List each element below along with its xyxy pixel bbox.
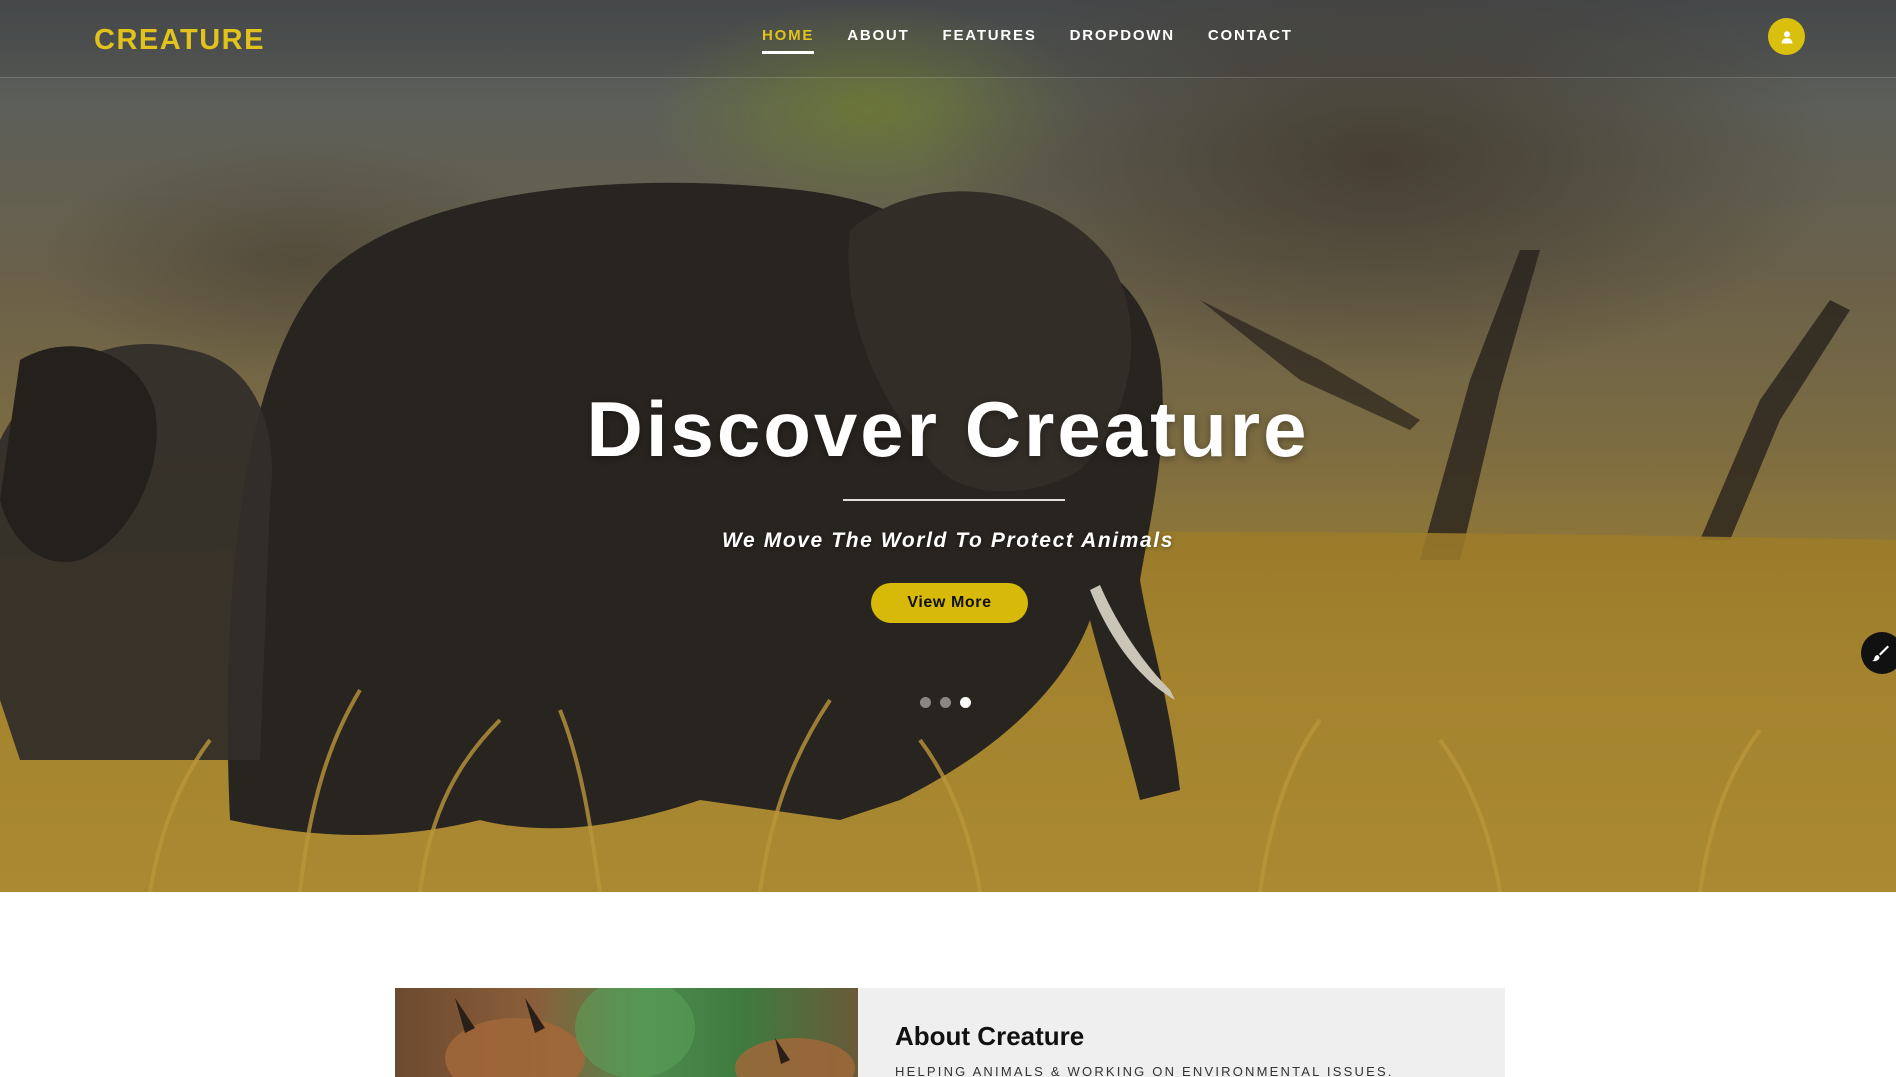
user-icon <box>1781 30 1792 43</box>
antelope-image <box>445 988 855 1077</box>
brand-logo[interactable]: CREATURE <box>94 24 265 57</box>
slider-dot-active[interactable] <box>960 697 971 708</box>
about-title: About Creature <box>895 1021 1085 1051</box>
slider-dots <box>920 697 971 708</box>
slider-dot[interactable] <box>920 697 931 708</box>
slider-dot[interactable] <box>940 697 951 708</box>
main-nav: HOME ABOUT FEATURES DROPDOWN CONTACT <box>762 27 1326 54</box>
hero-divider <box>843 499 1065 501</box>
user-account-button[interactable] <box>1768 18 1805 55</box>
paint-brush-icon <box>1872 645 1889 662</box>
about-image <box>395 988 858 1077</box>
about-subtitle: HELPING ANIMALS & WORKING ON ENVIRONMENT… <box>895 1064 1394 1077</box>
nav-item-home[interactable]: HOME <box>762 27 815 54</box>
hero-title: Discover Creature <box>586 385 1310 473</box>
top-navbar: CREATURE HOME ABOUT FEATURES DROPDOWN CO… <box>0 0 1896 78</box>
hero-subtitle: We Move The World To Protect Animals <box>722 529 1174 552</box>
view-more-button[interactable]: View More <box>871 583 1028 623</box>
nav-item-dropdown[interactable]: DROPDOWN <box>1070 27 1175 54</box>
style-switcher-button[interactable] <box>1861 632 1896 674</box>
nav-item-features[interactable]: FEATURES <box>943 27 1037 54</box>
nav-item-contact[interactable]: CONTACT <box>1208 27 1293 54</box>
nav-item-about[interactable]: ABOUT <box>847 27 909 54</box>
